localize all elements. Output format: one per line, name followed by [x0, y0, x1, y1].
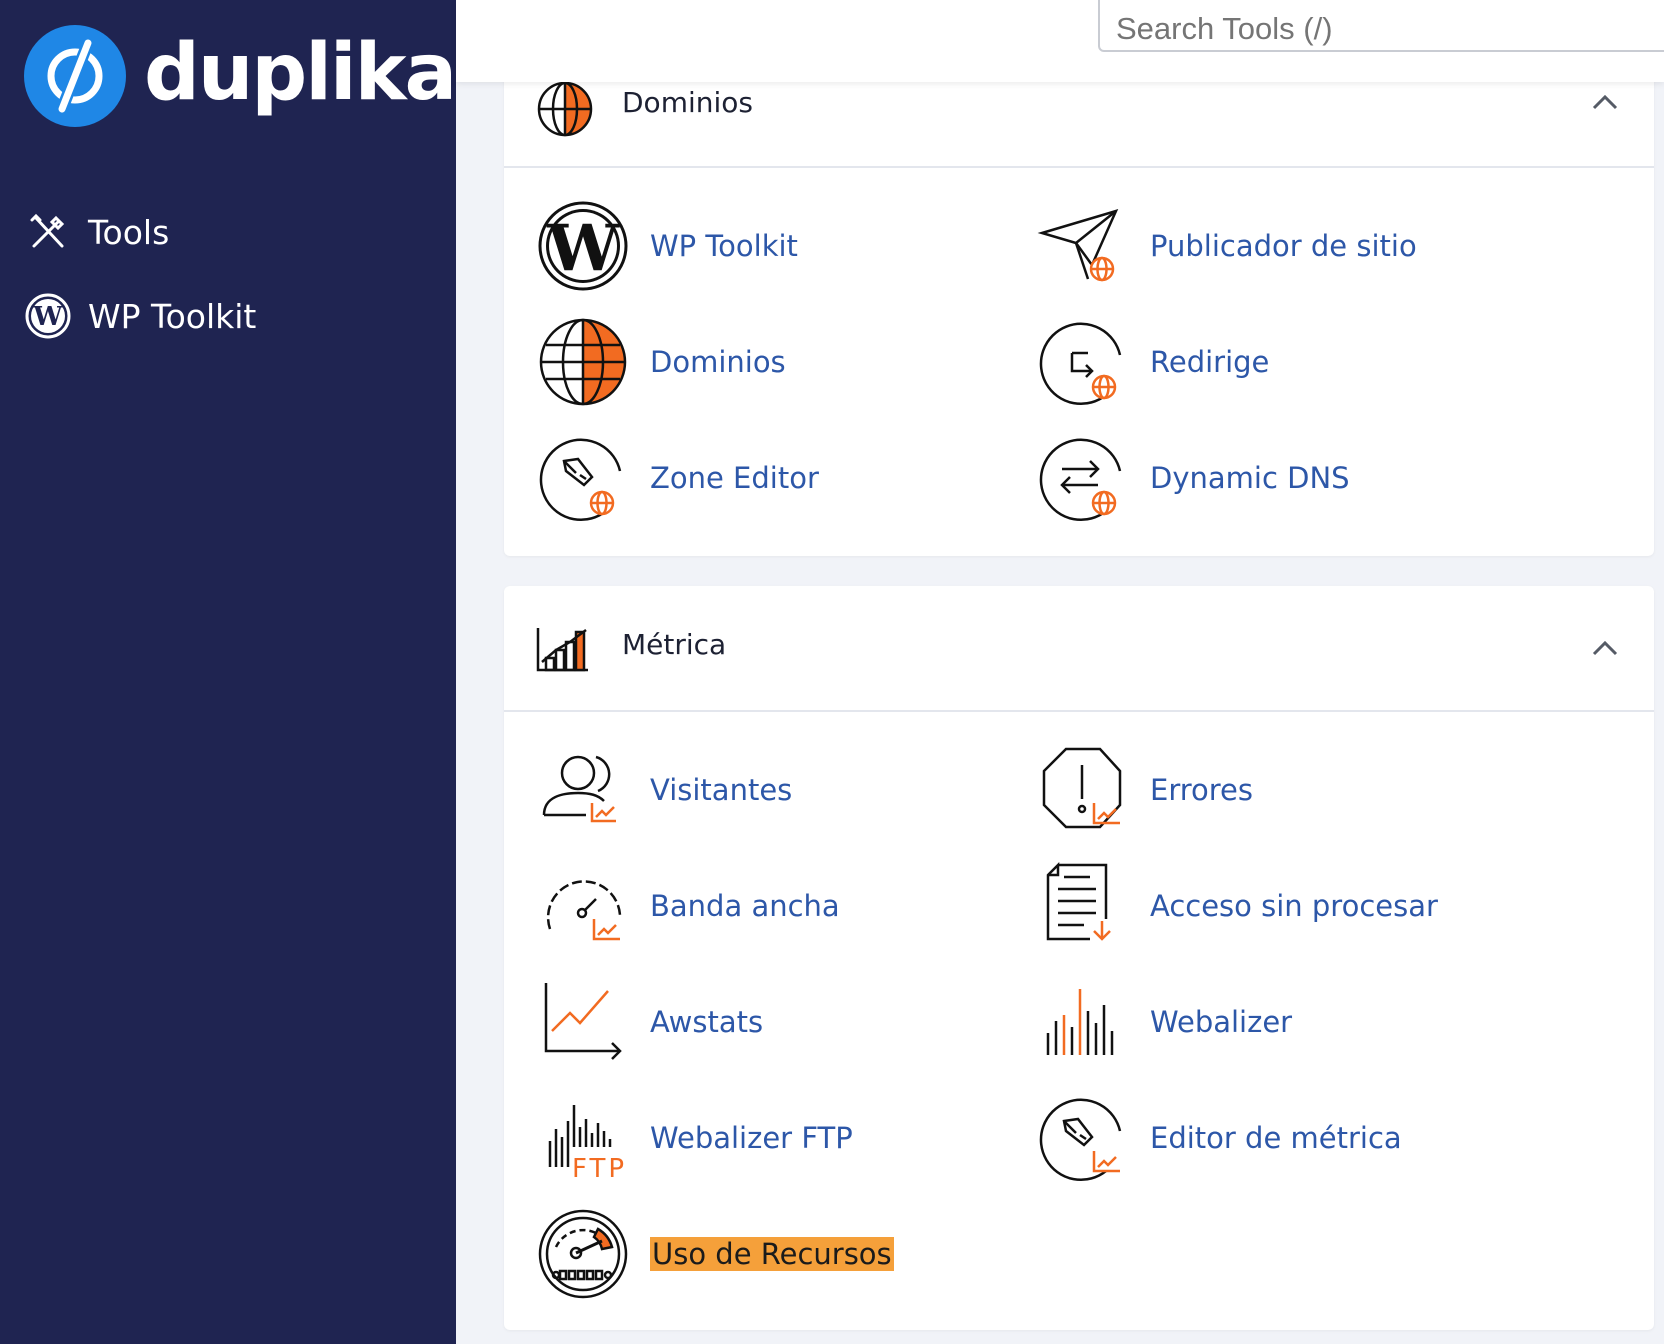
- svg-text:W: W: [546, 211, 620, 286]
- tool-label: Visitantes: [650, 773, 793, 807]
- duplika-logo-icon: [24, 25, 126, 127]
- tool-dynamic-dns[interactable]: Dynamic DNS: [1036, 432, 1350, 524]
- tool-label: Redirige: [1150, 345, 1270, 379]
- tool-webalizer[interactable]: Webalizer: [1036, 976, 1292, 1068]
- ftp-bars-icon: FTP: [536, 1091, 630, 1185]
- tool-publicador-de-sitio[interactable]: Publicador de sitio: [1036, 200, 1417, 292]
- tool-label: Uso de Recursos: [650, 1237, 894, 1271]
- tool-visitantes[interactable]: Visitantes: [536, 744, 792, 836]
- tool-label: Webalizer: [1150, 1005, 1293, 1039]
- sidebar: duplika Tools W WP Toolkit: [0, 0, 457, 1344]
- section-dominios: Dominios W WP Toolkit Publicador de siti…: [504, 40, 1654, 556]
- tool-label: Awstats: [650, 1005, 764, 1039]
- chevron-up-icon[interactable]: [1592, 640, 1618, 660]
- wordpress-icon: W: [24, 292, 72, 340]
- ftp-text: FTP: [572, 1154, 627, 1184]
- gauge-icon: [536, 859, 630, 953]
- pen-icon: [536, 431, 630, 525]
- user-chart-icon: [536, 743, 630, 837]
- tool-banda-ancha[interactable]: Banda ancha: [536, 860, 840, 952]
- tool-label: Dominios: [650, 345, 786, 379]
- svg-text:W: W: [32, 302, 63, 332]
- tool-label: Zone Editor: [650, 461, 819, 495]
- tool-dominios[interactable]: Dominios: [536, 316, 786, 408]
- speedometer-icon: [536, 1207, 630, 1301]
- section-title: Dominios: [622, 86, 753, 119]
- redirect-icon: [1036, 315, 1130, 409]
- bar-chart-icon: [536, 626, 590, 676]
- section-header[interactable]: Métrica: [504, 586, 1654, 712]
- tool-label: Editor de métrica: [1150, 1121, 1402, 1155]
- tool-label: Webalizer FTP: [650, 1121, 853, 1155]
- tool-redirige[interactable]: Redirige: [1036, 316, 1269, 408]
- sidebar-item-label: Tools: [88, 212, 170, 252]
- globe-icon: [536, 315, 630, 409]
- tool-errores[interactable]: Errores: [1036, 744, 1253, 836]
- wordpress-icon: W: [536, 199, 630, 293]
- tool-label: Banda ancha: [650, 889, 840, 923]
- sidebar-item-wp-toolkit[interactable]: W WP Toolkit: [24, 290, 256, 342]
- brand-name: duplika: [144, 28, 457, 118]
- tool-label: Publicador de sitio: [1150, 229, 1417, 263]
- tool-uso-de-recursos[interactable]: Uso de Recursos: [536, 1208, 894, 1300]
- tool-acceso-sin-procesar[interactable]: Acceso sin procesar: [1036, 860, 1438, 952]
- brand-logo[interactable]: duplika: [24, 24, 457, 128]
- search-input[interactable]: [1098, 0, 1664, 52]
- section-metrica: Métrica Visitantes Errores Banda ancha A…: [504, 586, 1654, 1330]
- tool-label: Acceso sin procesar: [1150, 889, 1438, 923]
- tools-icon: [24, 208, 72, 256]
- globe-icon: [536, 80, 594, 142]
- swap-arrows-icon: [1036, 431, 1130, 525]
- sidebar-item-label: WP Toolkit: [88, 296, 257, 336]
- tool-wp-toolkit[interactable]: W WP Toolkit: [536, 200, 798, 292]
- tool-webalizer-ftp[interactable]: FTP Webalizer FTP: [536, 1092, 853, 1184]
- tool-label: Dynamic DNS: [1150, 461, 1350, 495]
- document-download-icon: [1036, 859, 1130, 953]
- section-title: Métrica: [622, 628, 727, 661]
- pen-chart-icon: [1036, 1091, 1130, 1185]
- sidebar-item-tools[interactable]: Tools: [24, 206, 169, 258]
- tool-awstats[interactable]: Awstats: [536, 976, 763, 1068]
- tool-editor-de-metrica[interactable]: Editor de métrica: [1036, 1092, 1402, 1184]
- tool-label: Errores: [1150, 773, 1254, 807]
- bars-icon: [1036, 975, 1130, 1069]
- warning-octagon-icon: [1036, 743, 1130, 837]
- chevron-up-icon[interactable]: [1592, 94, 1618, 114]
- tool-label: WP Toolkit: [650, 229, 798, 263]
- paper-plane-icon: [1036, 199, 1130, 293]
- line-chart-icon: [536, 975, 630, 1069]
- tool-zone-editor[interactable]: Zone Editor: [536, 432, 819, 524]
- top-bar: [456, 0, 1664, 82]
